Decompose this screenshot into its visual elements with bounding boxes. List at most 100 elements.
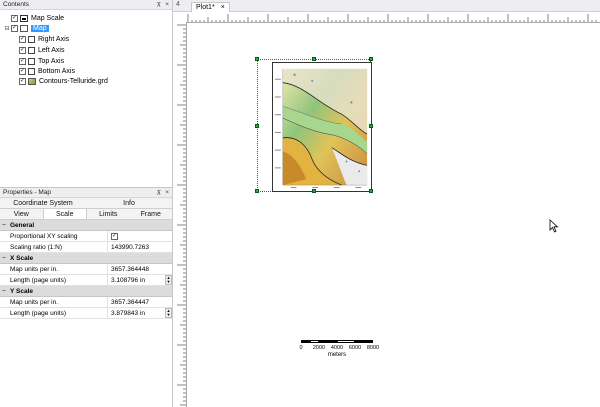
tab-view[interactable]: View xyxy=(0,209,43,219)
tree-item-label: Contours-Telluride.grd xyxy=(39,77,108,85)
resize-handle-b[interactable] xyxy=(312,189,316,193)
tree-item-label: Top Axis xyxy=(38,57,65,65)
left-pane: Contents ⊼ × ✓ Map Scale ⊟ ✓ Map ✓ Right … xyxy=(0,0,173,407)
resize-handle-bl[interactable] xyxy=(255,189,259,193)
scale-bar-tick-label: 0 xyxy=(299,345,303,351)
close-icon[interactable]: × xyxy=(165,1,169,9)
scale-bar-segment xyxy=(355,340,373,343)
pin-icon[interactable]: ⊼ xyxy=(156,1,161,9)
axis-icon xyxy=(28,67,35,75)
map-scale-bar[interactable]: 0 2000 4000 6000 8000 meters xyxy=(299,340,379,380)
visibility-checkbox[interactable]: ✓ xyxy=(19,57,26,65)
property-row: Length (page units) 3.108796 in ▲ ▼ xyxy=(0,275,172,286)
x-map-units-field[interactable]: 3657.364448 xyxy=(111,266,149,273)
tab-pin-icon[interactable]: 4 xyxy=(176,1,180,8)
pin-icon[interactable]: ⊼ xyxy=(156,189,161,197)
tab-info[interactable]: Info xyxy=(86,198,172,208)
section-y-scale[interactable]: − Y Scale xyxy=(0,286,172,297)
visibility-checkbox[interactable]: ✓ xyxy=(11,24,18,32)
scale-bar-segment xyxy=(310,340,319,343)
collapse-icon[interactable]: − xyxy=(2,222,10,229)
resize-handle-br[interactable] xyxy=(369,189,373,193)
scale-bar-segment xyxy=(301,340,310,343)
contents-title-bar: Contents ⊼ × xyxy=(0,0,172,10)
property-row: Proportional XY scaling ✓ xyxy=(0,231,172,242)
y-length-spinner[interactable]: ▲ ▼ xyxy=(165,308,172,318)
axis-icon xyxy=(28,57,35,65)
map-icon xyxy=(20,24,28,32)
properties-panel: Properties - Map ⊼ × Coordinate System In… xyxy=(0,187,172,407)
visibility-checkbox[interactable]: ✓ xyxy=(19,67,26,75)
expander-icon xyxy=(3,14,11,22)
vertical-ruler[interactable] xyxy=(176,23,187,407)
properties-tabs-row-1: Coordinate System Info xyxy=(0,198,172,209)
resize-handle-t[interactable] xyxy=(312,57,316,61)
collapse-icon[interactable]: ⊟ xyxy=(3,24,11,32)
x-length-field[interactable]: 3.108796 in xyxy=(111,277,145,284)
tree-item-right-axis[interactable]: ✓ Right Axis xyxy=(19,34,69,44)
tree-item-label: Left Axis xyxy=(38,46,65,54)
property-row: Map units per in. 3657.364448 xyxy=(0,264,172,275)
tree-item-label: Right Axis xyxy=(38,35,70,43)
visibility-checkbox[interactable]: ✓ xyxy=(11,14,18,22)
plot-page[interactable]: 0 2000 4000 6000 8000 meters xyxy=(189,24,600,407)
property-row: Scaling ratio (1:N) 143990.7263 xyxy=(0,242,172,253)
visibility-checkbox[interactable]: ✓ xyxy=(19,77,26,85)
tab-close-icon[interactable]: × xyxy=(221,4,225,11)
x-length-spinner[interactable]: ▲ ▼ xyxy=(165,275,172,285)
tree-item-contours-grid[interactable]: ✓ Contours-Telluride.grd xyxy=(19,76,108,86)
visibility-checkbox[interactable]: ✓ xyxy=(19,35,26,43)
tab-frame[interactable]: Frame xyxy=(130,209,173,219)
resize-handle-l[interactable] xyxy=(255,124,259,128)
tab-coordinate-system[interactable]: Coordinate System xyxy=(0,198,86,208)
contour-grid-icon xyxy=(28,77,36,85)
tree-item-map-scale[interactable]: ✓ Map Scale xyxy=(3,13,64,23)
property-label: Map units per in. xyxy=(0,297,108,307)
property-label: Scaling ratio (1:N) xyxy=(0,242,108,252)
collapse-icon[interactable]: − xyxy=(2,288,10,295)
horizontal-ruler[interactable] xyxy=(186,13,600,23)
close-icon[interactable]: × xyxy=(165,189,169,197)
resize-handle-tl[interactable] xyxy=(255,57,259,61)
section-title: Y Scale xyxy=(10,287,34,295)
contour-map[interactable] xyxy=(272,62,372,192)
property-row: Length (page units) 3.879843 in ▲ ▼ xyxy=(0,308,172,319)
section-title: General xyxy=(10,221,35,229)
y-map-units-field[interactable]: 3657.364447 xyxy=(111,299,149,306)
tree-item-left-axis[interactable]: ✓ Left Axis xyxy=(19,45,64,55)
scale-bar-tick-label: 6000 xyxy=(348,345,362,351)
document-area: 4 Plot1* × 0 2000 4000 6000 8000 meters xyxy=(173,0,600,407)
ruler-corner xyxy=(176,13,186,23)
properties-tabs-row-2: View Scale Limits Frame xyxy=(0,209,172,220)
collapse-icon[interactable]: − xyxy=(2,255,10,262)
tab-label: Plot1* xyxy=(196,4,215,11)
tab-scale[interactable]: Scale xyxy=(42,209,87,219)
tab-plot1[interactable]: Plot1* × xyxy=(191,2,230,12)
scale-bar-segment xyxy=(337,340,355,343)
properties-title-bar: Properties - Map ⊼ × xyxy=(0,188,172,198)
tree-item-label: Bottom Axis xyxy=(38,67,75,75)
resize-handle-r[interactable] xyxy=(369,124,373,128)
scaling-ratio-field[interactable]: 143990.7263 xyxy=(111,244,149,251)
tree-item-top-axis[interactable]: ✓ Top Axis xyxy=(19,56,64,66)
properties-title: Properties - Map xyxy=(3,189,52,196)
property-label: Map units per in. xyxy=(0,264,108,274)
resize-handle-tr[interactable] xyxy=(369,57,373,61)
property-label: Proportional XY scaling xyxy=(0,231,108,241)
mouse-cursor-icon xyxy=(549,219,559,233)
property-label: Length (page units) xyxy=(0,275,108,285)
tree-item-label: Map xyxy=(31,24,49,32)
tree-item-bottom-axis[interactable]: ✓ Bottom Axis xyxy=(19,66,75,76)
proportional-scaling-checkbox[interactable]: ✓ xyxy=(111,232,118,240)
tree-item-map[interactable]: ⊟ ✓ Map xyxy=(3,23,49,33)
scale-bar-tick-label: 4000 xyxy=(330,345,344,351)
tab-limits[interactable]: Limits xyxy=(87,209,130,219)
scale-bar-units: meters xyxy=(327,352,347,358)
axis-icon xyxy=(28,46,35,54)
y-length-field[interactable]: 3.879843 in xyxy=(111,310,145,317)
section-x-scale[interactable]: − X Scale xyxy=(0,253,172,264)
section-general[interactable]: − General xyxy=(0,220,172,231)
visibility-checkbox[interactable]: ✓ xyxy=(19,46,26,54)
scale-bar-tick-label: 8000 xyxy=(366,345,380,351)
contents-title: Contents xyxy=(3,1,30,8)
